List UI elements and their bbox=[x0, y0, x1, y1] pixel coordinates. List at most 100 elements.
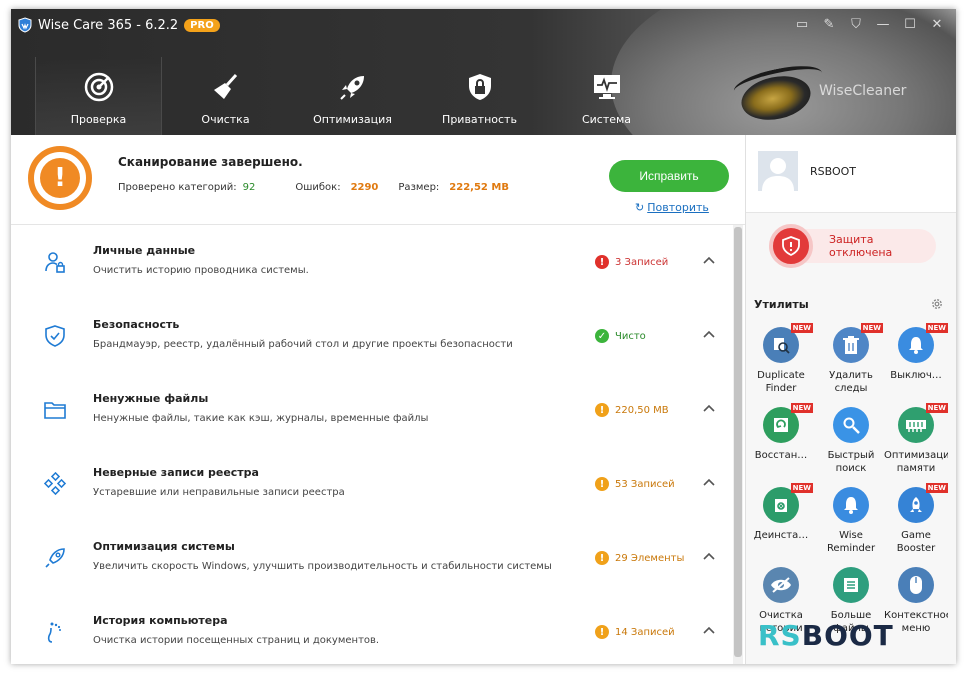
rocket-outline-icon bbox=[45, 548, 65, 568]
title-bar: Wise Care 365 - 6.2.2 PRO bbox=[18, 15, 220, 35]
new-badge: NEW bbox=[925, 323, 948, 333]
app-logo-icon bbox=[18, 17, 32, 33]
warning-icon: ! bbox=[595, 403, 609, 417]
list-item[interactable]: Безопасность Брандмауэр, реестр, удалённ… bbox=[11, 299, 733, 373]
tool-label: Duplicate Finder bbox=[757, 370, 805, 394]
list-item[interactable]: История компьютера Очистка истории посещ… bbox=[11, 595, 733, 664]
protection-status[interactable]: Защита отключена bbox=[769, 224, 936, 268]
list-item[interactable]: Личные данные Очистить историю проводник… bbox=[11, 225, 733, 299]
tool-label: Выключ… bbox=[890, 370, 942, 381]
tool-label: Game Booster bbox=[896, 530, 936, 554]
tool-quick-search[interactable]: Быстрый поиск bbox=[819, 407, 883, 487]
pro-badge: PRO bbox=[184, 18, 220, 32]
app-window: Wise Care 365 - 6.2.2 PRO ▭ ✎ ⛉ — ☐ ✕ Пр… bbox=[11, 9, 956, 664]
window-controls: ▭ ✎ ⛉ — ☐ ✕ bbox=[793, 15, 946, 33]
folder-icon bbox=[44, 402, 66, 419]
chevron-up-icon[interactable] bbox=[701, 326, 717, 342]
tool-label: Деинста… bbox=[753, 530, 809, 541]
tab-system[interactable]: Система bbox=[543, 57, 670, 135]
new-badge: NEW bbox=[860, 323, 883, 333]
item-status-text: 14 Записей bbox=[615, 626, 675, 638]
skin-icon[interactable]: ✎ bbox=[820, 15, 838, 33]
item-title: Личные данные bbox=[93, 244, 196, 257]
tool-duplicate-finder[interactable]: NEW Duplicate Finder bbox=[749, 323, 813, 407]
tab-privacy-label: Приватность bbox=[442, 113, 517, 126]
item-status-text: 29 Элементы bbox=[615, 552, 685, 564]
chevron-up-icon[interactable] bbox=[701, 474, 717, 490]
minimize-button[interactable]: — bbox=[874, 15, 892, 33]
chevron-up-icon[interactable] bbox=[701, 548, 717, 564]
trash-icon bbox=[843, 336, 859, 354]
avatar[interactable] bbox=[758, 151, 798, 191]
new-badge: NEW bbox=[790, 483, 813, 493]
watermark-logo: RSBOOT bbox=[758, 619, 894, 652]
tool-wise-reminder[interactable]: Wise Reminder bbox=[819, 487, 883, 567]
header: Wise Care 365 - 6.2.2 PRO ▭ ✎ ⛉ — ☐ ✕ Пр… bbox=[11, 9, 956, 135]
main-nav: Проверка Очистка Оптимизация Приватность… bbox=[35, 57, 670, 135]
item-desc: Очистить историю проводника системы. bbox=[93, 265, 309, 276]
tool-label: Оптимизация памяти bbox=[884, 450, 948, 474]
item-status-text: 3 Записей bbox=[615, 256, 669, 268]
shield-alert-icon bbox=[769, 224, 813, 268]
mouse-icon bbox=[910, 576, 922, 594]
item-status: ✓ Чисто bbox=[595, 329, 646, 343]
scrollbar-thumb[interactable] bbox=[734, 227, 742, 657]
size-value: 222,52 MB bbox=[449, 182, 509, 193]
user-lock-icon bbox=[45, 252, 65, 273]
warning-big-icon: ! bbox=[22, 144, 108, 224]
size-label: Размер: bbox=[398, 182, 440, 193]
item-status: ! 29 Элементы bbox=[595, 551, 684, 565]
item-desc: Увеличить скорость Windows, улучшить про… bbox=[93, 561, 552, 572]
tab-check[interactable]: Проверка bbox=[35, 57, 162, 135]
refresh-icon: ↻ bbox=[635, 201, 645, 214]
repeat-link[interactable]: ↻ Повторить bbox=[635, 201, 709, 214]
check-icon: ✓ bbox=[595, 329, 609, 343]
tool-game-booster[interactable]: NEW Game Booster bbox=[884, 483, 948, 567]
errors-value: 2290 bbox=[350, 182, 379, 193]
item-title: История компьютера bbox=[93, 614, 228, 627]
tab-clean[interactable]: Очистка bbox=[162, 57, 289, 135]
chevron-up-icon[interactable] bbox=[701, 622, 717, 638]
eye-off-icon bbox=[771, 577, 791, 593]
tab-check-label: Проверка bbox=[70, 113, 127, 126]
user-card: RSBOOT bbox=[746, 135, 956, 213]
tab-privacy[interactable]: Приватность bbox=[416, 57, 543, 135]
brand-logo: WiseCleaner bbox=[819, 83, 907, 99]
repeat-label: Повторить bbox=[647, 201, 709, 214]
tool-delete-traces[interactable]: NEW Удалить следы bbox=[819, 323, 883, 407]
list-item[interactable]: Ненужные файлы Ненужные файлы, такие как… bbox=[11, 373, 733, 447]
errors-label: Ошибок: bbox=[295, 182, 341, 193]
gear-icon[interactable] bbox=[930, 297, 944, 311]
duplicate-icon bbox=[774, 338, 790, 354]
list-item[interactable]: Неверные записи реестра Устаревшие или н… bbox=[11, 447, 733, 521]
tab-system-label: Система bbox=[581, 113, 632, 126]
protection-label: Защита отключена bbox=[829, 233, 893, 259]
radar-icon bbox=[84, 72, 113, 102]
registry-icon bbox=[43, 472, 67, 496]
close-button[interactable]: ✕ bbox=[928, 15, 946, 33]
shirt-icon[interactable]: ⛉ bbox=[847, 15, 865, 33]
new-badge: NEW bbox=[925, 403, 948, 413]
item-title: Безопасность bbox=[93, 318, 180, 331]
scan-summary: ! Сканирование завершено. Проверено кате… bbox=[11, 135, 745, 225]
fix-button[interactable]: Исправить bbox=[609, 160, 729, 192]
item-status: ! 220,50 MB bbox=[595, 403, 669, 417]
item-desc: Брандмауэр, реестр, удалённый рабочий ст… bbox=[93, 339, 513, 350]
chevron-up-icon[interactable] bbox=[701, 400, 717, 416]
tool-uninstaller[interactable]: NEW Деинста… bbox=[749, 483, 813, 567]
scrollbar[interactable] bbox=[733, 225, 743, 664]
feedback-icon[interactable]: ▭ bbox=[793, 15, 811, 33]
tool-restore[interactable]: NEW Восстан… bbox=[749, 403, 813, 487]
list-item[interactable]: Оптимизация системы Увеличить скорость W… bbox=[11, 521, 733, 595]
tool-shutdown[interactable]: NEW Выключ… bbox=[884, 323, 948, 407]
item-desc: Устаревшие или неправильные записи реест… bbox=[93, 487, 345, 498]
new-badge: NEW bbox=[790, 403, 813, 413]
tool-memory-optimizer[interactable]: NEW Оптимизация памяти bbox=[884, 403, 948, 487]
maximize-button[interactable]: ☐ bbox=[901, 15, 919, 33]
chevron-up-icon[interactable] bbox=[701, 252, 717, 268]
item-title: Ненужные файлы bbox=[93, 392, 209, 405]
game-rocket-icon bbox=[910, 497, 922, 512]
tab-optimize[interactable]: Оптимизация bbox=[289, 57, 416, 135]
item-desc: Очистка истории посещенных страниц и док… bbox=[93, 635, 380, 646]
watermark-left: RS bbox=[758, 619, 802, 652]
